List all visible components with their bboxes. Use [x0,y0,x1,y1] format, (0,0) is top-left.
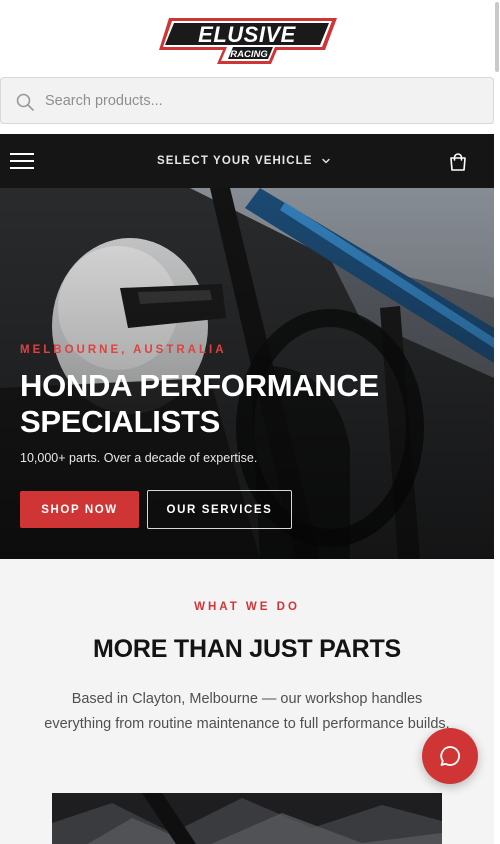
page-scrollbar[interactable] [494,0,500,844]
our-services-button[interactable]: OUR SERVICES [147,490,292,529]
workshop-image [52,793,442,844]
vehicle-selector[interactable]: SELECT YOUR VEHICLE [157,152,331,170]
section-title: MORE THAN JUST PARTS [92,635,402,663]
scrollbar-thumb[interactable] [495,2,499,72]
elusive-racing-logo[interactable]: ELUSIVE RACING [157,16,339,66]
hero-title: HONDA PERFORMANCE SPECIALISTS [20,368,379,439]
section-eyebrow: WHAT WE DO [194,601,300,613]
hero-subtitle: 10,000+ parts. Over a decade of expertis… [20,451,258,465]
section-body: Based in Clayton, Melbourne — our worksh… [44,691,450,732]
chat-bubble-icon [440,746,460,766]
chat-button[interactable] [422,728,478,784]
hamburger-icon[interactable] [10,150,36,172]
main-nav: SELECT YOUR VEHICLE [0,134,494,188]
hero-eyebrow: MELBOURNE, AUSTRALIA [20,344,227,356]
page: ELUSIVE RACING SELECT YOUR VEHICLE [0,0,500,844]
shop-now-button[interactable]: SHOP NOW [20,491,139,528]
logo-wordmark: ELUSIVE [198,22,296,47]
logo-header: ELUSIVE RACING [0,0,500,78]
search-input[interactable] [45,78,475,123]
search-icon [16,93,34,111]
cart-icon[interactable] [447,151,469,173]
logo-subword: RACING [230,49,268,60]
search-bar[interactable] [0,77,494,124]
chevron-down-icon [321,158,330,164]
vehicle-selector-label: SELECT YOUR VEHICLE [157,155,313,167]
hero-banner: MELBOURNE, AUSTRALIA HONDA PERFORMANCE S… [0,188,494,559]
what-we-do-section: WHAT WE DO MORE THAN JUST PARTS Based in… [0,559,494,844]
header-gap [0,124,500,134]
